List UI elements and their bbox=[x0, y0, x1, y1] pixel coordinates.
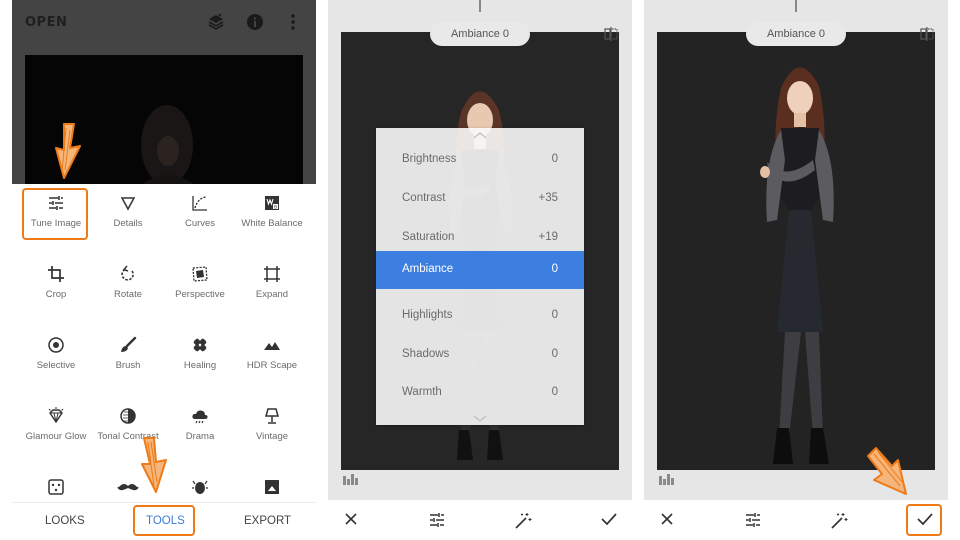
menu-item-contrast[interactable]: Contrast +35 bbox=[376, 180, 584, 218]
tools-screen: OPEN Tune Image Details Curves B White B… bbox=[12, 0, 316, 540]
tool-details[interactable]: Details bbox=[92, 194, 164, 230]
tool-rotate[interactable]: Rotate bbox=[92, 265, 164, 301]
menu-item-shadows[interactable]: Shadows 0 bbox=[376, 336, 584, 374]
tool-label: Vintage bbox=[255, 431, 289, 442]
expand-icon bbox=[264, 266, 280, 282]
tonal-contrast-icon bbox=[120, 408, 136, 424]
tool-healing[interactable]: Healing bbox=[164, 336, 236, 372]
tool-brush[interactable]: Brush bbox=[92, 336, 164, 372]
pointer-arrow-icon bbox=[55, 123, 81, 179]
curves-icon bbox=[192, 196, 207, 211]
tool-drama[interactable]: Drama bbox=[164, 407, 236, 443]
bottom-action-bar bbox=[644, 500, 948, 540]
info-icon[interactable] bbox=[245, 12, 265, 32]
tool-selective[interactable]: Selective bbox=[20, 336, 92, 372]
adjustment-value-pill: Ambiance 0 bbox=[746, 22, 846, 46]
tool-face[interactable] bbox=[164, 478, 236, 496]
selective-icon bbox=[48, 337, 64, 353]
tool-expand[interactable]: Expand bbox=[236, 265, 308, 301]
result-screen: Ambiance 0 bbox=[644, 0, 948, 540]
histogram-icon[interactable] bbox=[342, 473, 360, 485]
grunge-icon bbox=[48, 479, 64, 495]
chevron-down-icon[interactable] bbox=[472, 414, 488, 422]
menu-item-highlights[interactable]: Highlights 0 bbox=[376, 297, 584, 335]
tool-label: Expand bbox=[255, 289, 289, 300]
white-balance-icon: B bbox=[265, 196, 279, 210]
tune-image-highlight bbox=[22, 188, 88, 240]
tool-label: Healing bbox=[183, 360, 217, 371]
compare-icon[interactable] bbox=[920, 27, 934, 41]
menu-item-ambiance[interactable]: Ambiance 0 bbox=[376, 251, 584, 289]
chevron-up-icon[interactable] bbox=[472, 131, 488, 139]
tool-label: Perspective bbox=[175, 289, 225, 300]
menu-item-warmth[interactable]: Warmth 0 bbox=[376, 374, 584, 412]
tool-label: Details bbox=[113, 218, 143, 229]
tune-image-screen: Ambiance 0 Brightness 0 Contrast +35 Sat… bbox=[328, 0, 632, 540]
close-icon[interactable] bbox=[660, 512, 674, 526]
tool-grunge[interactable] bbox=[20, 478, 92, 496]
tool-label: HDR Scape bbox=[246, 360, 298, 371]
adjustment-menu: Brightness 0 Contrast +35 Saturation +19… bbox=[376, 128, 584, 425]
edited-photo[interactable] bbox=[657, 32, 935, 470]
tool-crop[interactable]: Crop bbox=[20, 265, 92, 301]
tool-white-balance[interactable]: B White Balance bbox=[236, 194, 308, 230]
svg-text:B: B bbox=[274, 204, 277, 210]
adjust-indicator bbox=[479, 0, 481, 12]
tool-label: Brush bbox=[115, 360, 141, 371]
pointer-arrow-icon bbox=[141, 437, 167, 493]
open-button[interactable]: OPEN bbox=[25, 15, 67, 30]
mountains-icon bbox=[264, 342, 280, 350]
layers-icon[interactable] bbox=[206, 12, 226, 32]
tool-frames[interactable] bbox=[236, 478, 308, 496]
tool-label: Curves bbox=[184, 218, 216, 229]
tool-label: Rotate bbox=[114, 289, 142, 300]
bottom-nav: LOOKS TOOLS EXPORT bbox=[12, 502, 316, 540]
tool-curves[interactable]: Curves bbox=[164, 194, 236, 230]
pointer-arrow-icon bbox=[867, 447, 907, 495]
healing-icon bbox=[193, 338, 207, 352]
cloud-icon bbox=[192, 410, 208, 424]
menu-item-brightness[interactable]: Brightness 0 bbox=[376, 141, 584, 179]
magic-wand-icon[interactable] bbox=[830, 512, 848, 530]
triangle-icon bbox=[120, 197, 136, 211]
tool-label: Drama bbox=[185, 431, 215, 442]
diamond-icon bbox=[48, 407, 64, 424]
nav-export[interactable]: EXPORT bbox=[244, 515, 291, 527]
adjust-indicator bbox=[795, 0, 797, 12]
tool-vintage[interactable]: Vintage bbox=[236, 407, 308, 443]
crop-icon bbox=[48, 266, 64, 282]
tool-perspective[interactable]: Perspective bbox=[164, 265, 236, 301]
tool-hdr-scape[interactable]: HDR Scape bbox=[236, 336, 308, 372]
tool-label: Selective bbox=[36, 360, 76, 371]
sliders-icon[interactable] bbox=[429, 512, 445, 528]
compare-icon[interactable] bbox=[604, 27, 618, 41]
more-vert-icon[interactable] bbox=[283, 12, 303, 32]
check-icon[interactable] bbox=[601, 512, 617, 526]
bug-icon bbox=[192, 480, 208, 494]
nav-looks[interactable]: LOOKS bbox=[45, 515, 85, 527]
tool-label: Crop bbox=[45, 289, 67, 300]
lamp-icon bbox=[265, 408, 279, 424]
close-icon[interactable] bbox=[344, 512, 358, 526]
tool-label: White Balance bbox=[241, 218, 303, 229]
histogram-icon[interactable] bbox=[658, 473, 676, 485]
rotate-icon bbox=[121, 265, 134, 281]
adjustment-value-pill: Ambiance 0 bbox=[430, 22, 530, 46]
apply-highlight bbox=[906, 504, 942, 536]
top-bar: OPEN bbox=[12, 0, 316, 45]
tool-glamour-glow[interactable]: Glamour Glow bbox=[20, 407, 92, 443]
brush-icon bbox=[121, 336, 137, 352]
sliders-icon[interactable] bbox=[745, 512, 761, 528]
tool-label: Glamour Glow bbox=[25, 431, 87, 442]
perspective-icon bbox=[192, 266, 208, 282]
bottom-action-bar bbox=[328, 500, 632, 540]
frame-icon bbox=[265, 480, 279, 494]
magic-wand-icon[interactable] bbox=[514, 512, 532, 530]
tools-nav-highlight bbox=[133, 505, 195, 536]
